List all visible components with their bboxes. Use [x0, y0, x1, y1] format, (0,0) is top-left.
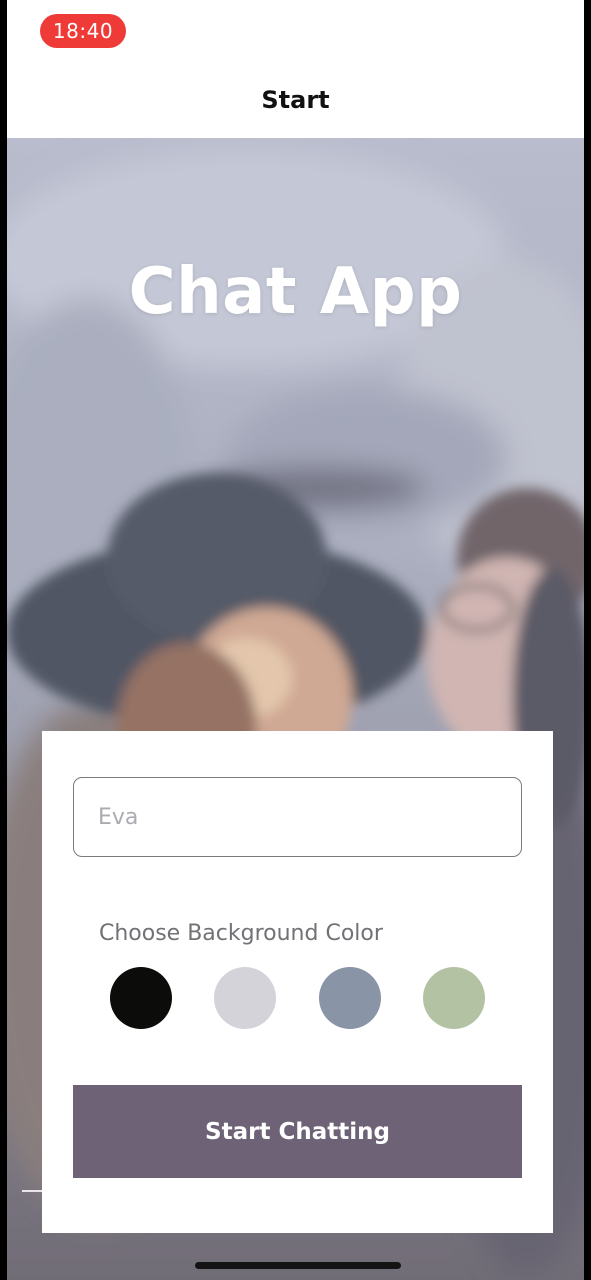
color-swatch-slate-blue[interactable]	[319, 967, 381, 1029]
color-swatch-light-gray[interactable]	[214, 967, 276, 1029]
color-swatch-sage-green[interactable]	[423, 967, 485, 1029]
edge-divider	[22, 1190, 42, 1192]
choose-color-label: Choose Background Color	[99, 921, 383, 946]
name-input[interactable]	[73, 777, 522, 857]
start-form-card: Choose Background Color Start Chatting	[42, 731, 553, 1233]
nav-title: Start	[261, 86, 330, 114]
home-indicator[interactable]	[195, 1262, 401, 1269]
start-screen: 18:40 Start Chat App Eva Choose Backgrou…	[0, 0, 591, 1280]
color-swatch-black[interactable]	[110, 967, 172, 1029]
status-time-pill: 18:40	[40, 14, 126, 48]
app-title: Chat App	[128, 255, 463, 329]
start-chatting-button[interactable]: Start Chatting	[73, 1085, 522, 1178]
